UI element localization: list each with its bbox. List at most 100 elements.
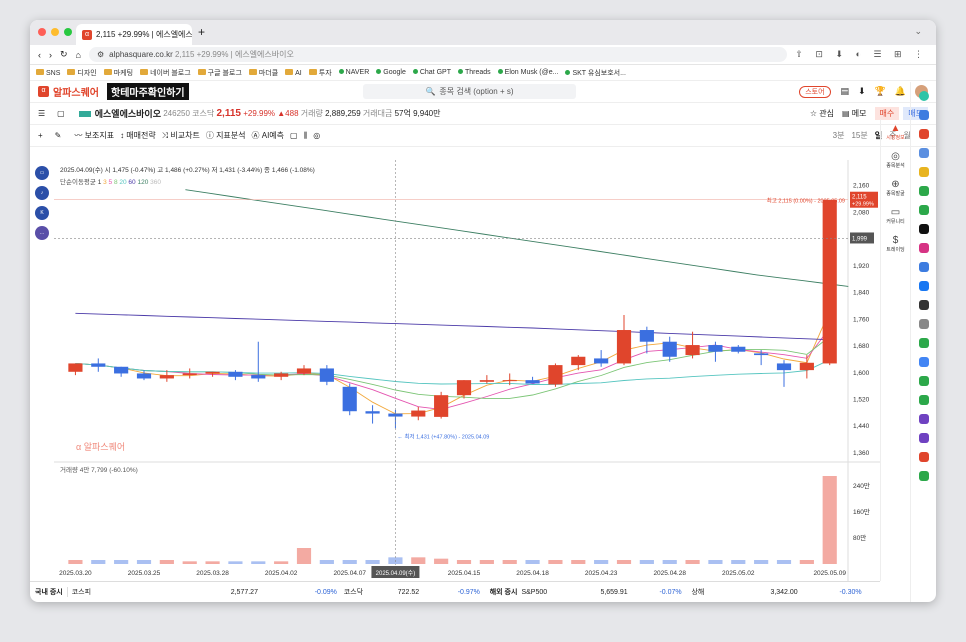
draw-icon[interactable]: ✎ <box>55 131 62 140</box>
music-icon[interactable]: ♪ <box>35 186 49 200</box>
new-tab-button[interactable]: + <box>198 25 205 39</box>
header-icons[interactable]: ▤⬇🏆🔔 <box>841 86 915 97</box>
chat-icon[interactable]: … <box>35 226 49 240</box>
bookmark-item[interactable]: 구글 블로그 <box>197 68 242 78</box>
app-logo-text[interactable]: 알파스퀘어 <box>53 84 99 99</box>
volume-bar <box>411 557 426 564</box>
url-field[interactable]: ⚙ alphasquare.co.kr 2,115 +29.99% | 에스엘에스… <box>88 47 788 62</box>
candle-body <box>411 410 426 417</box>
bookmark-item[interactable]: Chat GPT <box>412 69 451 76</box>
domestic-label: 국내 증시 <box>35 589 63 596</box>
period-3분[interactable]: 3분 <box>833 131 845 140</box>
trading-icon: $ <box>892 235 899 246</box>
site-info-icon[interactable]: ⚙ <box>97 50 104 59</box>
add-icon[interactable]: + <box>38 131 43 140</box>
y-tick-label: 1,680 <box>853 343 870 350</box>
shanghai-change: -0.30% <box>839 588 862 596</box>
url-page-title: 2,115 +29.99% | 에스엘에스바이오 <box>174 50 294 59</box>
bookmark-item[interactable]: AI <box>285 68 302 77</box>
side-app-icon[interactable] <box>918 281 929 291</box>
bookmark-item[interactable]: SNS <box>36 68 60 77</box>
menu-icon[interactable]: ☰ <box>38 109 45 118</box>
y-tick-label: 1,440 <box>853 423 870 430</box>
camera-icon[interactable]: ◎ <box>310 131 323 140</box>
side-app-icon[interactable] <box>918 110 929 120</box>
volume-bar <box>571 560 586 564</box>
maximize-window-button[interactable] <box>64 28 72 36</box>
x-tick-label: 2025.03.28 <box>196 570 229 577</box>
bookmark-item[interactable]: 투자 <box>308 68 332 78</box>
side-app-icon[interactable] <box>918 129 929 139</box>
x-tick-label: 2025.05.02 <box>722 570 755 577</box>
forward-icon[interactable]: › <box>49 50 52 60</box>
right-panel-trading[interactable]: $ 트레이딩 <box>881 235 910 253</box>
browser-tab[interactable]: α2,115 +29.99% | 에스엘에스바이오× <box>76 24 192 45</box>
right-panel-discover[interactable]: ⊕ 종목발굴 <box>881 179 910 197</box>
bookmark-item[interactable]: 디자인 <box>67 68 97 78</box>
side-app-icon[interactable] <box>918 148 929 158</box>
bookmark-item[interactable]: Google <box>376 69 406 76</box>
side-app-icon[interactable] <box>918 186 929 196</box>
side-app-icon[interactable] <box>918 376 929 386</box>
url-text: alphasquare.co.kr <box>109 50 173 59</box>
back-icon[interactable]: ‹ <box>38 50 41 60</box>
right-panel-analysis[interactable]: ◎ 종목분석 <box>881 151 910 169</box>
period-15분[interactable]: 15분 <box>851 131 867 140</box>
candle-icon[interactable]: ⫼ <box>301 131 311 141</box>
bookmark-item[interactable]: SKT 유심보호서... <box>565 68 626 78</box>
tab-search-icon[interactable]: ⌄ <box>914 26 922 37</box>
ai-button[interactable]: Ⓐ AI예측 <box>249 130 288 141</box>
candle-body <box>754 353 769 356</box>
bookmark-item[interactable]: Elon Musk (@e... <box>497 69 558 76</box>
side-app-icon[interactable] <box>918 433 929 443</box>
bookmark-item[interactable]: 마더클 <box>248 68 278 78</box>
right-panel-chart[interactable]: ▲ 시장정보 <box>881 123 910 141</box>
hot-theme-banner[interactable]: 핫테마주확인하기 <box>107 83 189 100</box>
tv-icon[interactable]: ▭ <box>35 166 49 180</box>
stock-market: 코스닥 <box>192 109 215 118</box>
layout-icon[interactable]: ▢ <box>57 109 65 118</box>
volume-bar <box>639 560 654 564</box>
price-chart[interactable]: 2,1602,0802,0001,9201,8401,7601,6801,600… <box>54 160 880 581</box>
kakao-icon[interactable]: K <box>35 206 49 220</box>
side-app-icon[interactable] <box>918 243 929 253</box>
minimize-window-button[interactable] <box>51 28 59 36</box>
close-window-button[interactable] <box>38 28 46 36</box>
side-app-icon[interactable] <box>918 357 929 367</box>
reload-icon[interactable]: ↻ <box>60 49 68 60</box>
side-app-icon[interactable] <box>918 471 929 481</box>
candle-body <box>708 345 723 352</box>
folder-icon <box>308 68 317 75</box>
compare-button[interactable]: ⤨ 비교차트 <box>159 130 203 141</box>
memo-button[interactable]: ▤ 메모 <box>842 108 867 119</box>
right-panel-community[interactable]: ▭ 커뮤니티 <box>881 207 910 225</box>
tab-title: 2,115 +29.99% | 에스엘에스바이오 <box>96 30 192 39</box>
bookmark-item[interactable]: 마케팅 <box>103 68 133 78</box>
watch-button[interactable]: ☆ 관심 <box>810 108 834 119</box>
side-app-icon[interactable] <box>918 262 929 272</box>
volume-value: 2,889,259 <box>325 109 361 118</box>
side-app-icon[interactable] <box>918 91 929 101</box>
bookmark-item[interactable]: NAVER <box>338 69 369 76</box>
home-icon[interactable]: ⌂ <box>76 50 81 60</box>
candle-body <box>228 371 243 377</box>
bookmark-item[interactable]: 네이버 블로그 <box>140 68 191 78</box>
store-button[interactable]: 스토어 <box>799 85 831 98</box>
side-app-icon[interactable] <box>918 300 929 310</box>
side-app-icon[interactable] <box>918 395 929 405</box>
side-app-icon[interactable] <box>918 224 929 234</box>
side-app-icon[interactable] <box>918 414 929 424</box>
side-app-icon[interactable] <box>918 319 929 329</box>
indicators-button[interactable]: 〰 보조지표 <box>71 130 117 141</box>
side-app-icon[interactable] <box>918 452 929 462</box>
bookmark-item[interactable]: Threads <box>457 69 491 76</box>
stock-search-input[interactable]: 🔍 종목 검색 (option + s) <box>363 84 576 99</box>
square-icon[interactable]: ▢ <box>287 131 301 140</box>
extensions-icons[interactable]: ⇧ ⊡ ⬇ ◐ ☰ ⊞ ⋮ <box>795 49 928 60</box>
analysis-button[interactable]: ⓘ 지표분석 <box>203 130 249 141</box>
strategy-button[interactable]: ↕ 매매전략 <box>117 130 159 141</box>
alphasquare-logo-icon: α <box>38 86 49 97</box>
side-app-icon[interactable] <box>918 338 929 348</box>
side-app-icon[interactable] <box>918 205 929 215</box>
side-app-icon[interactable] <box>918 167 929 177</box>
